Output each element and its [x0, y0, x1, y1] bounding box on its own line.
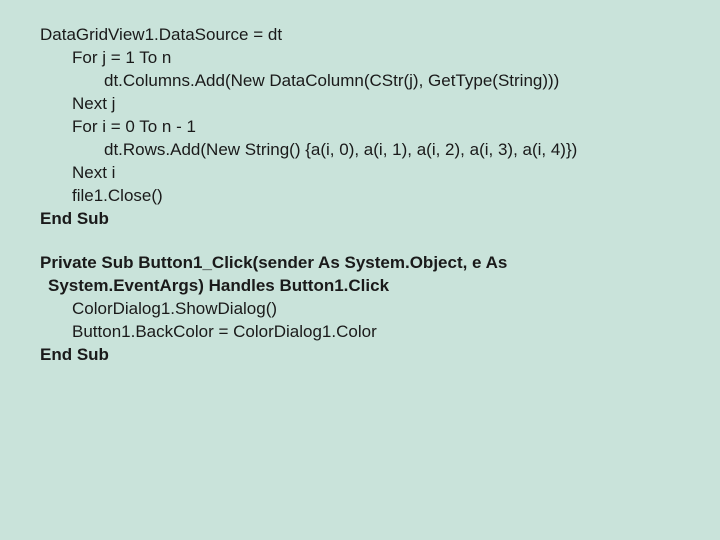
code-line: Button1.BackColor = ColorDialog1.Color: [40, 321, 710, 344]
code-slide: DataGridView1.DataSource = dt For j = 1 …: [0, 0, 720, 377]
code-line: For i = 0 To n - 1: [40, 116, 710, 139]
code-line: file1.Close(): [40, 185, 710, 208]
code-sub-signature-cont: System.EventArgs) Handles Button1.Click: [40, 275, 710, 298]
code-line: dt.Columns.Add(New DataColumn(CStr(j), G…: [40, 70, 710, 93]
code-line: For j = 1 To n: [40, 47, 710, 70]
code-line: dt.Rows.Add(New String() {a(i, 0), a(i, …: [40, 139, 710, 162]
code-sub-signature: Private Sub Button1_Click(sender As Syst…: [40, 252, 710, 275]
code-end-sub: End Sub: [40, 208, 710, 231]
blank-line: [40, 230, 710, 252]
code-line: Next i: [40, 162, 710, 185]
code-line: ColorDialog1.ShowDialog(): [40, 298, 710, 321]
code-line: Next j: [40, 93, 710, 116]
code-end-sub: End Sub: [40, 344, 710, 367]
code-line: DataGridView1.DataSource = dt: [40, 24, 710, 47]
